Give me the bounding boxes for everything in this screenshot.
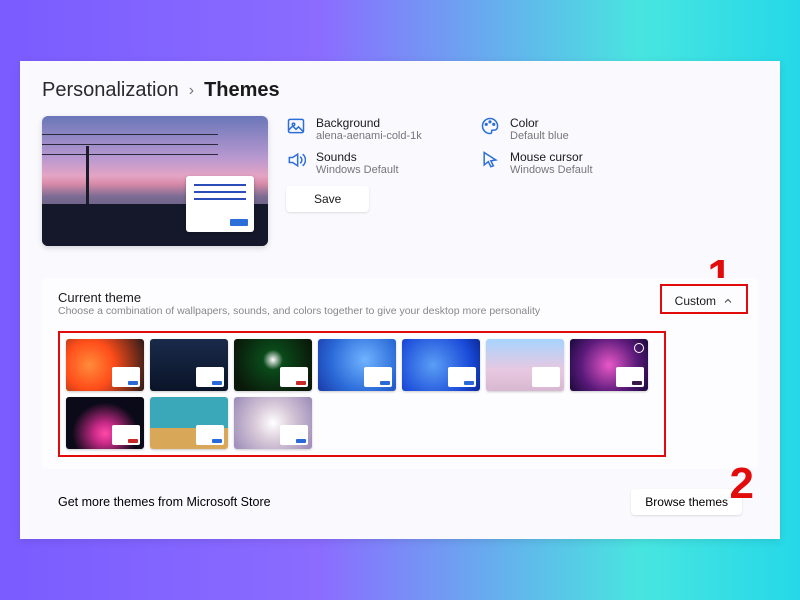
section-subtitle: Choose a combination of wallpapers, soun… xyxy=(58,305,540,317)
property-value: alena-aenami-cold-1k xyxy=(316,130,422,142)
sounds-property[interactable]: Sounds Windows Default xyxy=(286,150,456,176)
breadcrumb-current: Themes xyxy=(204,79,280,102)
color-property[interactable]: Color Default blue xyxy=(480,116,650,142)
theme-option-5[interactable] xyxy=(486,339,564,391)
property-label: Color xyxy=(510,116,569,130)
property-label: Mouse cursor xyxy=(510,150,593,164)
theme-option-1[interactable] xyxy=(150,339,228,391)
property-value: Default blue xyxy=(510,130,569,142)
settings-panel: Personalization › Themes xyxy=(20,61,780,539)
sound-icon xyxy=(286,150,306,170)
store-label: Get more themes from Microsoft Store xyxy=(58,495,271,509)
theme-option-9[interactable] xyxy=(234,397,312,449)
property-value: Windows Default xyxy=(510,164,593,176)
property-value: Windows Default xyxy=(316,164,399,176)
cursor-icon xyxy=(480,150,500,170)
theme-dropdown[interactable]: Custom xyxy=(667,290,742,312)
chevron-right-icon: › xyxy=(189,82,194,100)
theme-option-0[interactable] xyxy=(66,339,144,391)
palette-icon xyxy=(480,116,500,136)
save-button[interactable]: Save xyxy=(286,186,369,212)
cursor-property[interactable]: Mouse cursor Windows Default xyxy=(480,150,650,176)
current-theme-section: Current theme Choose a combination of wa… xyxy=(42,278,758,469)
theme-option-8[interactable] xyxy=(150,397,228,449)
theme-option-4[interactable] xyxy=(402,339,480,391)
breadcrumb-parent[interactable]: Personalization xyxy=(42,79,179,102)
chevron-up-icon xyxy=(722,295,734,307)
section-title: Current theme xyxy=(58,290,540,305)
background-property[interactable]: Background alena-aenami-cold-1k xyxy=(286,116,456,142)
dropdown-value: Custom xyxy=(675,294,716,308)
breadcrumb: Personalization › Themes xyxy=(42,79,758,102)
image-icon xyxy=(286,116,306,136)
theme-option-6[interactable] xyxy=(570,339,648,391)
themes-grid xyxy=(58,331,666,457)
theme-option-7[interactable] xyxy=(66,397,144,449)
property-label: Background xyxy=(316,116,422,130)
theme-option-3[interactable] xyxy=(318,339,396,391)
theme-preview xyxy=(42,116,268,246)
browse-themes-button[interactable]: Browse themes xyxy=(631,489,742,515)
theme-option-2[interactable] xyxy=(234,339,312,391)
property-label: Sounds xyxy=(316,150,399,164)
